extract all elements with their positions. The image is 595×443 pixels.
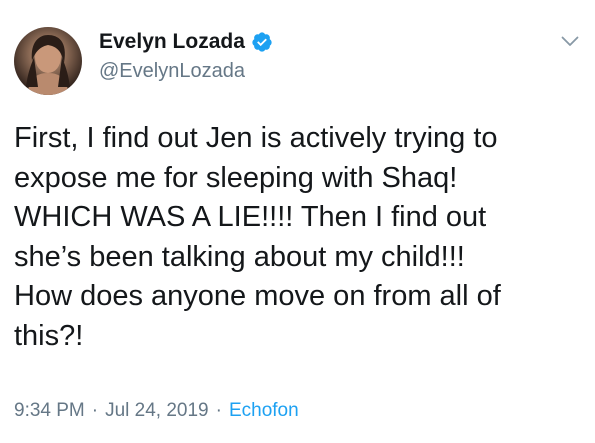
tweet-card: Evelyn Lozada @EvelynLozada First, I fin… xyxy=(0,0,595,443)
avatar[interactable] xyxy=(14,27,82,95)
meta-separator: · xyxy=(215,400,222,421)
verified-badge-icon xyxy=(251,31,273,53)
display-name[interactable]: Evelyn Lozada xyxy=(99,30,245,54)
meta-separator: · xyxy=(91,400,99,421)
tweet-source-link[interactable]: Echofon xyxy=(229,400,299,422)
display-name-row[interactable]: Evelyn Lozada xyxy=(99,30,273,54)
avatar-image xyxy=(26,35,70,95)
tweet-date[interactable]: Jul 24, 2019 xyxy=(105,400,209,422)
tweet-time[interactable]: 9:34 PM xyxy=(14,400,85,422)
tweet-text: First, I find out Jen is actively trying… xyxy=(14,122,501,352)
tweet-meta: 9:34 PM · Jul 24, 2019 · Echofon xyxy=(14,400,299,422)
chevron-down-icon[interactable] xyxy=(561,36,579,48)
handle[interactable]: @EvelynLozada xyxy=(99,60,245,83)
